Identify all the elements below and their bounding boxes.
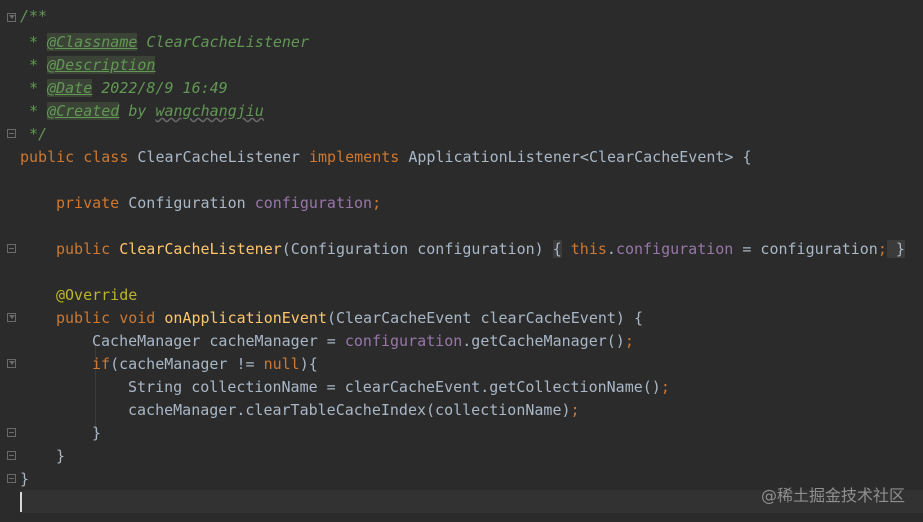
closing-brace: } <box>56 447 66 465</box>
doc-tag-date: @Date <box>47 79 93 97</box>
class-name: ClearCacheListener <box>128 148 309 166</box>
closing-brace: } <box>92 424 102 442</box>
annotation: @Override <box>56 286 138 304</box>
code-text: (Configuration configuration) <box>281 240 553 258</box>
code-text: ){ <box>299 355 318 373</box>
keyword: if <box>92 355 111 373</box>
closing-brace: } <box>20 470 30 488</box>
code-text: (ClearCacheEvent clearCacheEvent) { <box>326 309 644 327</box>
code-line-9: private Configuration configuration; <box>56 192 381 215</box>
code-line-16: if(cacheManager != null){ <box>92 353 318 376</box>
code-text: (cacheManager != <box>110 355 264 373</box>
keyword: this <box>561 240 607 258</box>
code-line-15: CacheManager cacheManager = configuratio… <box>92 330 634 353</box>
fold-toggle-icon[interactable] <box>7 474 16 483</box>
constructor-name: ClearCacheListener <box>110 240 282 258</box>
code-text: cacheManager.clearTableCacheIndex(collec… <box>128 401 571 419</box>
code-line-13: @Override <box>56 284 137 307</box>
code-line-2: * @Classname ClearCacheListener <box>20 31 309 54</box>
semicolon: ; <box>570 401 580 419</box>
keyword: null <box>263 355 300 373</box>
code-text: .getCacheManager() <box>462 332 625 350</box>
text-caret <box>20 492 22 512</box>
keyword: implements <box>309 148 400 166</box>
code-line-4: * @Date 2022/8/9 16:49 <box>20 77 228 100</box>
folded-brace[interactable]: { <box>552 240 562 258</box>
doc-tag-description: @Description <box>47 56 156 74</box>
semicolon: ; <box>660 378 670 396</box>
doc-prefix: * <box>20 102 48 120</box>
editor-gutter <box>0 0 20 522</box>
doc-comment-open: /** <box>20 7 48 25</box>
keyword: public void <box>56 309 156 327</box>
code-line-19: } <box>92 422 101 445</box>
doc-author: wangchangjiu <box>155 102 264 120</box>
doc-comment-close: */ <box>20 125 48 143</box>
semicolon: ; <box>624 332 634 350</box>
fold-toggle-icon[interactable] <box>7 13 16 22</box>
doc-tag-classname: @Classname <box>47 33 138 51</box>
field-name: configuration <box>344 332 463 350</box>
code-text: CacheManager cacheManager = <box>92 332 345 350</box>
fold-toggle-icon[interactable] <box>7 129 16 138</box>
fold-toggle-icon[interactable] <box>7 313 16 322</box>
field-name: configuration <box>615 240 734 258</box>
doc-text: 2022/8/9 16:49 <box>92 79 228 97</box>
code-line-18: cacheManager.clearTableCacheIndex(collec… <box>128 399 580 422</box>
code-line-17: String collectionName = clearCacheEvent.… <box>128 376 670 399</box>
code-line-21: } <box>20 468 29 491</box>
keyword: private <box>56 194 120 212</box>
fold-toggle-icon[interactable] <box>7 359 16 368</box>
code-text: = configuration <box>733 240 878 258</box>
field-name: configuration <box>254 194 373 212</box>
semicolon: ; <box>372 194 382 212</box>
doc-text: by <box>119 102 156 120</box>
keyword: public class <box>20 148 129 166</box>
code-line-6: */ <box>20 123 47 146</box>
code-line-20: } <box>56 445 65 468</box>
code-line-14: public void onApplicationEvent(ClearCach… <box>56 307 643 330</box>
folded-brace[interactable]: } <box>886 240 905 258</box>
keyword: public <box>56 240 111 258</box>
type-name: Configuration <box>119 194 255 212</box>
code-line-1: /** <box>20 5 47 28</box>
code-line-3: * @Description <box>20 54 156 77</box>
code-line-5: * @Created by wangchangjiu <box>20 100 264 123</box>
doc-text: ClearCacheListener <box>137 33 309 51</box>
fold-toggle-icon[interactable] <box>7 428 16 437</box>
code-text: String collectionName = clearCacheEvent.… <box>128 378 661 396</box>
doc-tag-created: @Created <box>47 102 120 120</box>
fold-toggle-icon[interactable] <box>7 244 16 253</box>
doc-prefix: * <box>20 33 48 51</box>
watermark: @稀土掘金技术社区 <box>760 486 905 505</box>
code-line-7: public class ClearCacheListener implemen… <box>20 146 752 169</box>
doc-prefix: * <box>20 79 48 97</box>
method-name: onApplicationEvent <box>155 309 327 327</box>
code-line-11: public ClearCacheListener(Configuration … <box>56 238 905 261</box>
semicolon: ; <box>877 240 887 258</box>
code-text: ApplicationListener<ClearCacheEvent> { <box>399 148 752 166</box>
doc-prefix: * <box>20 56 48 74</box>
code-text: . <box>606 240 616 258</box>
fold-toggle-icon[interactable] <box>7 451 16 460</box>
